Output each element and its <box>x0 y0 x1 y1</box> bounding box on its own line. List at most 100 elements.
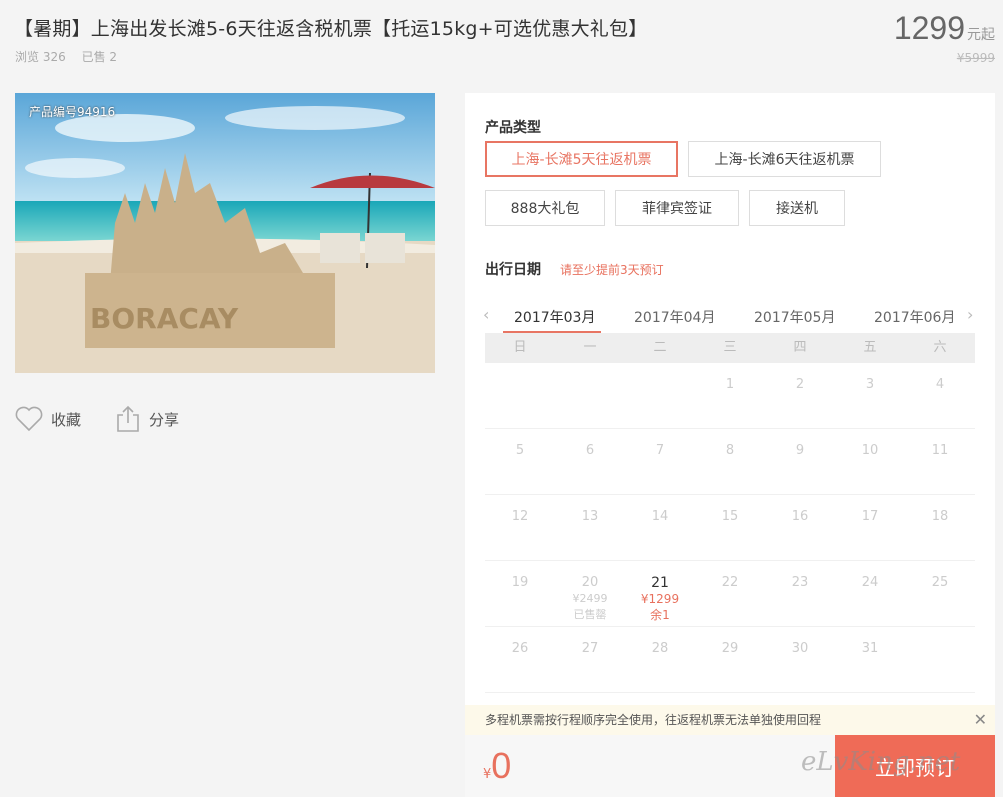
weekday-header: 日 一 二 三 四 五 六 <box>485 333 975 363</box>
view-count: 浏览 326 <box>15 50 66 64</box>
calendar-week: 5 6 7 8 9 10 11 <box>485 429 975 495</box>
weekday-tue: 二 <box>653 340 667 355</box>
weekday-fri: 五 <box>863 340 877 355</box>
calendar-day[interactable]: 5 <box>485 429 555 494</box>
day-number: 18 <box>931 509 949 524</box>
month-tabs: ‹ 2017年03月 2017年04月 2017年05月 2017年06月 › <box>483 301 975 333</box>
day-stock-note: 余1 <box>650 608 670 622</box>
type-option-transfer[interactable]: 接送机 <box>749 190 845 226</box>
tab-month-apr[interactable]: 2017年04月 <box>634 307 715 327</box>
calendar-day[interactable]: 25 <box>905 561 975 626</box>
day-number: 22 <box>721 575 739 590</box>
calendar-day[interactable]: 20 ¥2499 已售罄 <box>555 561 625 626</box>
calendar-day[interactable]: 2 <box>765 363 835 428</box>
calendar-day[interactable]: 23 <box>765 561 835 626</box>
day-number: 15 <box>721 509 739 524</box>
calendar-day[interactable]: 31 <box>835 627 905 692</box>
day-number: 7 <box>655 443 665 458</box>
book-now-button[interactable]: 立即预订 <box>835 735 995 797</box>
day-number: 17 <box>861 509 879 524</box>
day-number: 8 <box>725 443 735 458</box>
product-meta: 浏览 326 已售 2 <box>15 48 129 65</box>
day-number: 2 <box>795 377 805 392</box>
booking-footer: ¥0 立即预订 eLvKing.net <box>465 735 995 797</box>
tab-month-mar[interactable]: 2017年03月 <box>514 307 595 327</box>
calendar-day[interactable]: 6 <box>555 429 625 494</box>
booking-panel: 产品类型 上海-长滩5天往返机票 上海-长滩6天往返机票 888大礼包 菲律宾签… <box>465 93 995 797</box>
day-number: 13 <box>581 509 599 524</box>
original-price: ¥5999 <box>956 51 995 65</box>
day-number: 11 <box>931 443 949 458</box>
calendar-day[interactable]: 10 <box>835 429 905 494</box>
photo-id-tag: 产品编号94916 <box>29 105 116 119</box>
calendar-week: 1 2 3 4 <box>485 363 975 429</box>
product-type-label: 产品类型 <box>485 120 541 136</box>
weekday-wed: 三 <box>723 340 737 355</box>
calendar-day[interactable]: 3 <box>835 363 905 428</box>
day-number: 31 <box>861 641 879 656</box>
next-month-icon[interactable]: › <box>967 305 973 324</box>
day-number: 12 <box>511 509 529 524</box>
calendar-day[interactable]: 13 <box>555 495 625 560</box>
calendar-day[interactable]: 14 <box>625 495 695 560</box>
calendar-day[interactable]: 28 <box>625 627 695 692</box>
calendar-day[interactable]: 4 <box>905 363 975 428</box>
price: 1299 <box>893 10 965 46</box>
day-number: 21 <box>651 575 669 591</box>
day-number: 14 <box>651 509 669 524</box>
ticket-notice: 多程机票需按行程顺序完全使用，往返程机票无法单独使用回程 ✕ <box>465 705 995 735</box>
favorite-button[interactable]: 收藏 <box>15 406 81 432</box>
calendar-day[interactable]: 29 <box>695 627 765 692</box>
type-option-gift[interactable]: 888大礼包 <box>485 190 605 226</box>
calendar-day[interactable]: 12 <box>485 495 555 560</box>
calendar-empty <box>625 363 695 428</box>
sold-count: 已售 2 <box>81 50 118 64</box>
type-option-5day[interactable]: 上海-长滩5天往返机票 <box>485 141 678 177</box>
share-button[interactable]: 分享 <box>115 405 179 433</box>
day-number: 30 <box>791 641 809 656</box>
calendar-day[interactable]: 21 ¥1299 余1 <box>625 561 695 626</box>
day-number: 25 <box>931 575 949 590</box>
calendar-day[interactable]: 17 <box>835 495 905 560</box>
type-option-visa[interactable]: 菲律宾签证 <box>615 190 739 226</box>
calendar-day[interactable]: 24 <box>835 561 905 626</box>
tab-month-jun[interactable]: 2017年06月 <box>874 307 955 327</box>
date-label: 出行日期 <box>485 262 541 278</box>
action-bar: 收藏 分享 <box>15 405 213 433</box>
weekday-thu: 四 <box>793 340 807 355</box>
calendar-empty <box>485 363 555 428</box>
calendar-day[interactable]: 22 <box>695 561 765 626</box>
favorite-label: 收藏 <box>51 410 82 429</box>
calendar-day[interactable]: 7 <box>625 429 695 494</box>
day-number: 5 <box>515 443 525 458</box>
day-number: 24 <box>861 575 879 590</box>
total-amount: 0 <box>491 745 512 786</box>
calendar-day[interactable]: 27 <box>555 627 625 692</box>
svg-text:BORACAY: BORACAY <box>90 302 239 335</box>
calendar-week: 12 13 14 15 16 17 18 <box>485 495 975 561</box>
heart-icon <box>15 406 43 432</box>
calendar-day[interactable]: 30 <box>765 627 835 692</box>
day-number: 4 <box>935 377 945 392</box>
calendar-day[interactable]: 15 <box>695 495 765 560</box>
calendar-day[interactable]: 1 <box>695 363 765 428</box>
calendar-day[interactable]: 8 <box>695 429 765 494</box>
total-price: ¥0 <box>483 745 511 787</box>
day-price: ¥2499 <box>572 592 608 605</box>
calendar-day[interactable]: 18 <box>905 495 975 560</box>
type-option-6day[interactable]: 上海-长滩6天往返机票 <box>688 141 881 177</box>
calendar-day[interactable]: 9 <box>765 429 835 494</box>
day-stock-note: 已售罄 <box>573 608 607 621</box>
day-number: 27 <box>581 641 599 656</box>
prev-month-icon[interactable]: ‹ <box>483 305 489 324</box>
day-number: 3 <box>865 377 875 392</box>
close-icon[interactable]: ✕ <box>974 705 987 735</box>
calendar-day[interactable]: 26 <box>485 627 555 692</box>
day-number: 26 <box>511 641 529 656</box>
calendar-day[interactable]: 11 <box>905 429 975 494</box>
calendar-day[interactable]: 16 <box>765 495 835 560</box>
tab-month-may[interactable]: 2017年05月 <box>754 307 835 327</box>
day-number: 6 <box>585 443 595 458</box>
calendar-day[interactable]: 19 <box>485 561 555 626</box>
weekday-mon: 一 <box>583 340 597 355</box>
